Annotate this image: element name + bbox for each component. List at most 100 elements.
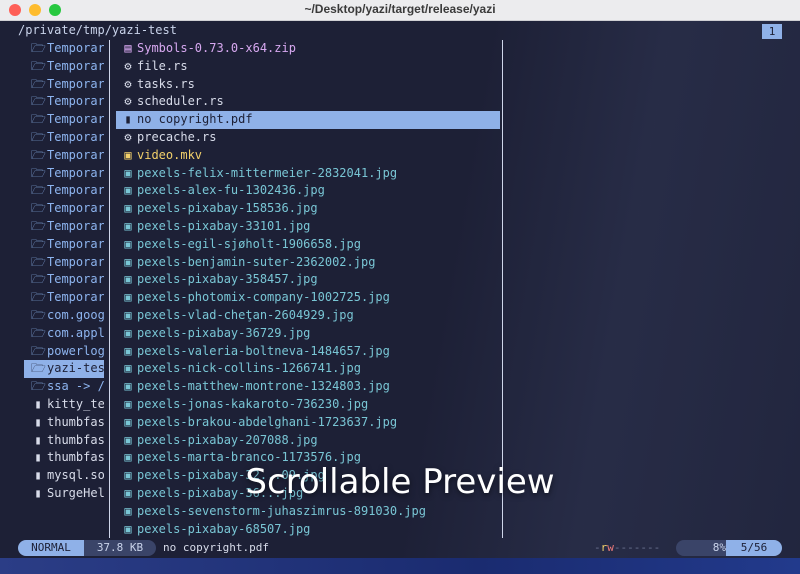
file-item[interactable]: ⚙ precache.rs <box>116 129 500 147</box>
directory-item[interactable]: 🗁com.appl <box>24 325 104 343</box>
item-name: thumbfas <box>47 432 104 447</box>
directory-item[interactable]: 🗁Temporar <box>24 93 104 111</box>
item-name: file.rs <box>137 58 188 73</box>
directory-item[interactable]: 🗁Temporar <box>24 165 104 183</box>
directory-item[interactable]: 🗁Temporar <box>24 76 104 94</box>
item-name: Temporar <box>47 129 104 144</box>
file-item[interactable]: ▣ pexels-pixabay-68507.jpg <box>116 521 500 539</box>
directory-item[interactable]: 🗁Temporar <box>24 200 104 218</box>
perm-type: - <box>594 541 601 554</box>
file-item[interactable]: ▣ pexels-egil-sjøholt-1906658.jpg <box>116 236 500 254</box>
image-file-icon: ▣ <box>124 521 132 536</box>
file-item[interactable]: ▣ pexels-pixabay-33101.jpg <box>116 218 500 236</box>
item-name: Temporar <box>47 165 104 180</box>
file-icon: ▮ <box>34 432 42 447</box>
folder-open-icon: 🗁 <box>31 165 46 180</box>
folder-open-icon: 🗁 <box>31 41 46 55</box>
directory-item[interactable]: 🗁Temporar <box>24 40 104 58</box>
archive-icon: ▤ <box>124 41 132 55</box>
rust-file-icon: ⚙ <box>124 76 132 91</box>
folder-open-icon: 🗁 <box>31 112 46 127</box>
item-name: powerlog <box>47 343 104 358</box>
file-item[interactable]: ▣ pexels-matthew-montrone-1324803.jpg <box>116 378 500 396</box>
title-bar: ~/Desktop/yazi/target/release/yazi <box>0 0 800 21</box>
directory-item[interactable]: 🗁Temporar <box>24 289 104 307</box>
item-name: pexels-nick-collins-1266741.jpg <box>137 361 361 376</box>
item-name: tasks.rs <box>137 76 195 91</box>
directory-item[interactable]: 🗁yazi-tes <box>24 360 104 379</box>
tab-indicator[interactable]: 1 <box>762 24 782 39</box>
caption-overlay: Scrollable Preview <box>245 462 555 502</box>
file-item[interactable]: ▣ pexels-sevenstorm-juhaszimrus-891030.jp… <box>116 503 500 521</box>
file-item[interactable]: ▣ pexels-jonas-kakaroto-736230.jpg <box>116 396 500 414</box>
item-name: no copyright.pdf <box>137 112 253 127</box>
item-name: thumbfas <box>47 414 104 429</box>
item-name: kitty_te <box>47 396 104 411</box>
item-name: pexels-photomix-company-1002725.jpg <box>137 290 390 305</box>
file-item[interactable]: ⚙ file.rs <box>116 58 500 76</box>
image-file-icon: ▣ <box>124 325 132 340</box>
desktop-background <box>0 558 800 574</box>
file-icon: ▮ <box>34 396 42 411</box>
item-name: video.mkv <box>137 147 203 162</box>
directory-item[interactable]: 🗁Temporar <box>24 218 104 236</box>
folder-open-icon: 🗁 <box>31 254 46 269</box>
item-name: Symbols-0.73.0-x64.zip <box>137 41 296 55</box>
directory-item[interactable]: 🗁ssa -> / <box>24 378 104 396</box>
file-item[interactable]: ▤ Symbols-0.73.0-x64.zip <box>116 40 500 58</box>
file-item[interactable]: ⚙ tasks.rs <box>116 76 500 94</box>
file-item[interactable]: ▣ pexels-felix-mittermeier-2832041.jpg <box>116 165 500 183</box>
file-item[interactable]: ▣ pexels-photomix-company-1002725.jpg <box>116 289 500 307</box>
directory-item[interactable]: 🗁com.goog <box>24 307 104 325</box>
folder-open-icon: 🗁 <box>31 129 46 144</box>
directory-item[interactable]: 🗁Temporar <box>24 111 104 129</box>
directory-item[interactable]: 🗁Temporar <box>24 236 104 254</box>
image-file-icon: ▣ <box>124 414 132 429</box>
directory-item[interactable]: 🗁Temporar <box>24 147 104 165</box>
item-name: pexels-pixabay-68507.jpg <box>137 521 311 536</box>
file-item[interactable]: ▮ no copyright.pdf <box>116 111 500 129</box>
cursor-position: 5/56 <box>726 540 782 556</box>
file-item[interactable]: ▮ thumbfas <box>24 414 104 432</box>
file-item[interactable]: ▣ pexels-pixabay-207088.jpg <box>116 432 500 450</box>
file-item[interactable]: ▣ pexels-pixabay-358457.jpg <box>116 271 500 289</box>
file-item[interactable]: ▣ pexels-brakou-abdelghani-1723637.jpg <box>116 414 500 432</box>
file-item[interactable]: ▣ pexels-pixabay-36729.jpg <box>116 325 500 343</box>
item-name: com.appl <box>47 325 104 340</box>
file-item[interactable]: ▣ pexels-benjamin-suter-2362002.jpg <box>116 254 500 272</box>
directory-item[interactable]: 🗁Temporar <box>24 254 104 272</box>
status-filename: no copyright.pdf <box>163 541 269 554</box>
image-file-icon: ▣ <box>124 183 132 198</box>
item-name: Temporar <box>47 112 104 127</box>
file-item[interactable]: ▣ pexels-nick-collins-1266741.jpg <box>116 360 500 378</box>
item-name: Temporar <box>47 254 104 269</box>
item-name: Temporar <box>47 218 104 233</box>
directory-item[interactable]: 🗁Temporar <box>24 182 104 200</box>
file-item[interactable]: ▣ pexels-valeria-boltneva-1484657.jpg <box>116 343 500 361</box>
folder-open-icon: 🗁 <box>31 307 46 322</box>
item-name: pexels-alex-fu-1302436.jpg <box>137 183 325 198</box>
directory-item[interactable]: 🗁Temporar <box>24 271 104 289</box>
image-file-icon: ▣ <box>124 236 132 251</box>
file-item[interactable]: ▣ pexels-vlad-cheţan-2604929.jpg <box>116 307 500 325</box>
item-name: com.goog <box>47 307 104 322</box>
image-file-icon: ▣ <box>124 343 132 358</box>
file-item[interactable]: ▣ video.mkv <box>116 147 500 165</box>
file-item[interactable]: ▣ pexels-pixabay-158536.jpg <box>116 200 500 218</box>
directory-item[interactable]: 🗁powerlog <box>24 343 104 361</box>
file-item[interactable]: ⚙ scheduler.rs <box>116 93 500 111</box>
directory-item[interactable]: 🗁Temporar <box>24 58 104 76</box>
directory-item[interactable]: 🗁Temporar <box>24 129 104 147</box>
item-name: pexels-egil-sjøholt-1906658.jpg <box>137 236 361 251</box>
file-item[interactable]: ▮ thumbfas <box>24 432 104 450</box>
file-item[interactable]: ▮ kitty_te <box>24 396 104 414</box>
item-name: Temporar <box>47 201 104 216</box>
item-name: scheduler.rs <box>137 94 224 109</box>
rust-file-icon: ⚙ <box>124 94 132 109</box>
status-bar: NORMAL 37.8 KB no copyright.pdf -rw-----… <box>0 539 800 557</box>
folder-open-icon: 🗁 <box>31 147 46 162</box>
item-name: pexels-pixabay-207088.jpg <box>137 432 318 447</box>
parent-directory-pane: 🗁Temporar 🗁Temporar 🗁Temporar 🗁Temporar 🗁Tem… <box>24 40 104 503</box>
image-file-icon: ▣ <box>124 396 132 411</box>
file-item[interactable]: ▣ pexels-alex-fu-1302436.jpg <box>116 182 500 200</box>
